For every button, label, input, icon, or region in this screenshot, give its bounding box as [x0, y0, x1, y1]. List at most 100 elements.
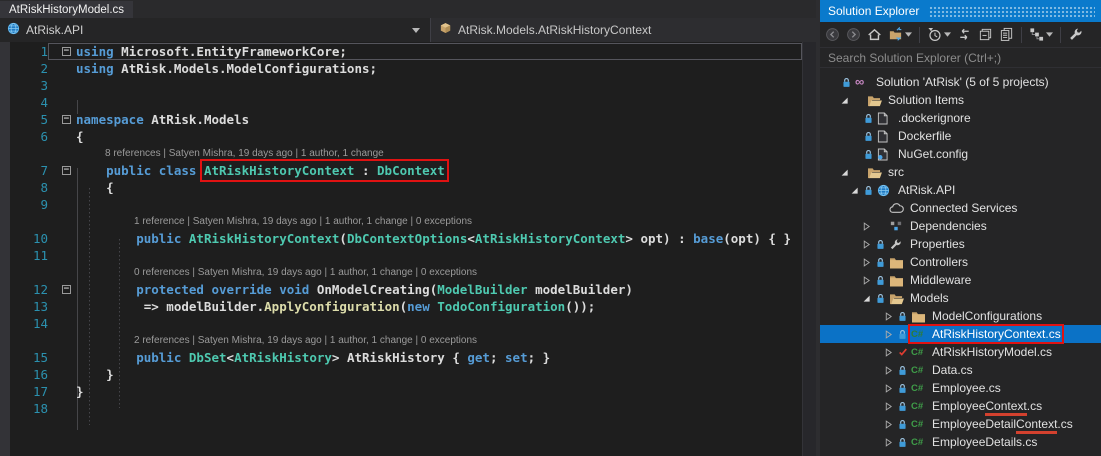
- codelens-text[interactable]: 1 reference | Satyen Mishra, 19 days ago…: [76, 213, 472, 230]
- code-line-2[interactable]: 2using AtRisk.Models.ModelConfigurations…: [0, 60, 802, 77]
- outlining-margin[interactable]: [48, 298, 76, 315]
- tree-item-nuget.config[interactable]: NuGet.config: [820, 145, 1101, 163]
- collapse-region-box[interactable]: −: [62, 166, 71, 175]
- tree-item-partial-item[interactable]: [820, 451, 1101, 456]
- document-tab[interactable]: AtRiskHistoryModel.cs: [0, 1, 133, 19]
- code-line-5[interactable]: 5−namespace AtRisk.Models: [0, 111, 802, 128]
- code-line-9[interactable]: 9: [0, 196, 802, 213]
- chevron-expanded-icon[interactable]: [840, 168, 854, 177]
- tree-item-solution-items[interactable]: Solution Items: [820, 91, 1101, 109]
- codelens-text[interactable]: 2 references | Satyen Mishra, 19 days ag…: [76, 332, 477, 349]
- codelens-row[interactable]: 8 references | Satyen Mishra, 19 days ag…: [0, 145, 802, 162]
- outlining-margin[interactable]: [48, 60, 76, 77]
- tree-item-atriskhistorycontext.cs[interactable]: C#AtRiskHistoryContext.cs: [820, 325, 1101, 343]
- tree-item-.dockerignore[interactable]: .dockerignore: [820, 109, 1101, 127]
- chevron-collapsed-icon[interactable]: [862, 222, 876, 231]
- outlining-margin[interactable]: [48, 315, 76, 332]
- code-line-10[interactable]: 10 public AtRiskHistoryContext(DbContext…: [0, 230, 802, 247]
- code-line-13[interactable]: 13 => modelBuilder.ApplyConfiguration(ne…: [0, 298, 802, 315]
- chevron-collapsed-icon[interactable]: [884, 438, 898, 447]
- code-line-18[interactable]: 18: [0, 400, 802, 417]
- chevron-collapsed-icon[interactable]: [862, 258, 876, 267]
- code-editor[interactable]: 1−using Microsoft.EntityFrameworkCore;2u…: [0, 42, 816, 456]
- chevron-collapsed-icon[interactable]: [884, 384, 898, 393]
- outlining-margin[interactable]: [48, 400, 76, 417]
- outlining-margin[interactable]: [48, 213, 76, 230]
- project-dropdown[interactable]: AtRisk.API: [0, 18, 430, 42]
- code-line-15[interactable]: 15 public DbSet<AtRiskHistory> AtRiskHis…: [0, 349, 802, 366]
- code-line-14[interactable]: 14: [0, 315, 802, 332]
- collapse-region-box[interactable]: −: [62, 47, 71, 56]
- outlining-margin[interactable]: [48, 349, 76, 366]
- tree-item-solution-atrisk-5-of-5-projects-[interactable]: ∞Solution 'AtRisk' (5 of 5 projects): [820, 73, 1101, 91]
- codelens-row[interactable]: 0 references | Satyen Mishra, 19 days ag…: [0, 264, 802, 281]
- collapse-all-button[interactable]: [975, 25, 996, 45]
- outlining-margin[interactable]: −: [48, 111, 76, 128]
- tree-item-middleware[interactable]: Middleware: [820, 271, 1101, 289]
- code-line-12[interactable]: 12− protected override void OnModelCreat…: [0, 281, 802, 298]
- tree-item-properties[interactable]: Properties: [820, 235, 1101, 253]
- codelens-row[interactable]: 2 references | Satyen Mishra, 19 days ag…: [0, 332, 802, 349]
- code-line-6[interactable]: 6{: [0, 128, 802, 145]
- outlining-margin[interactable]: [48, 383, 76, 400]
- outlining-margin[interactable]: [48, 230, 76, 247]
- tree-item-data.cs[interactable]: C#Data.cs: [820, 361, 1101, 379]
- back-button[interactable]: [822, 25, 843, 45]
- code-line-4[interactable]: 4: [0, 94, 802, 111]
- pending-changes-filter-button[interactable]: [924, 25, 954, 45]
- tree-item-employeecontext.cs[interactable]: C#EmployeeContext.cs: [820, 397, 1101, 415]
- home-button[interactable]: [864, 25, 885, 45]
- properties-button[interactable]: [1065, 25, 1086, 45]
- chevron-collapsed-icon[interactable]: [884, 348, 898, 357]
- tree-item-controllers[interactable]: Controllers: [820, 253, 1101, 271]
- chevron-expanded-icon[interactable]: [840, 96, 854, 105]
- chevron-collapsed-icon[interactable]: [884, 402, 898, 411]
- solution-explorer-title-bar[interactable]: Solution Explorer: [820, 0, 1101, 22]
- sync-with-active-document-button[interactable]: [954, 25, 975, 45]
- chevron-collapsed-icon[interactable]: [862, 240, 876, 249]
- chevron-collapsed-icon[interactable]: [884, 366, 898, 375]
- code-line-16[interactable]: 16 }: [0, 366, 802, 383]
- tree-item-dependencies[interactable]: Dependencies: [820, 217, 1101, 235]
- code-line-1[interactable]: 1−using Microsoft.EntityFrameworkCore;: [0, 43, 802, 60]
- tree-item-modelconfigurations[interactable]: ModelConfigurations: [820, 307, 1101, 325]
- codelens-text[interactable]: 0 references | Satyen Mishra, 19 days ag…: [76, 264, 477, 281]
- chevron-collapsed-icon[interactable]: [884, 312, 898, 321]
- collapse-region-box[interactable]: −: [62, 115, 71, 124]
- chevron-collapsed-icon[interactable]: [862, 276, 876, 285]
- chevron-expanded-icon[interactable]: [850, 186, 864, 195]
- view-hierarchy-button[interactable]: [1026, 25, 1056, 45]
- search-input[interactable]: [820, 48, 1101, 67]
- outlining-margin[interactable]: [48, 332, 76, 349]
- outlining-margin[interactable]: [48, 145, 76, 162]
- outlining-margin[interactable]: −: [48, 43, 76, 60]
- tree-item-employeedetails.cs[interactable]: C#EmployeeDetails.cs: [820, 433, 1101, 451]
- codelens-text[interactable]: 8 references | Satyen Mishra, 19 days ag…: [76, 145, 384, 162]
- type-dropdown[interactable]: AtRisk.Models.AtRiskHistoryContext: [430, 18, 816, 42]
- outlining-margin[interactable]: [48, 94, 76, 111]
- code-line-7[interactable]: 7− public class AtRiskHistoryContext : D…: [0, 162, 802, 179]
- codelens-row[interactable]: 1 reference | Satyen Mishra, 19 days ago…: [0, 213, 802, 230]
- outlining-margin[interactable]: −: [48, 281, 76, 298]
- outlining-margin[interactable]: [48, 179, 76, 196]
- outlining-margin[interactable]: [48, 247, 76, 264]
- outlining-margin[interactable]: [48, 77, 76, 94]
- switch-views-button[interactable]: [885, 25, 915, 45]
- code-line-3[interactable]: 3: [0, 77, 802, 94]
- tree-item-employeedetailcontext.cs[interactable]: C#EmployeeDetailContext.cs: [820, 415, 1101, 433]
- tree-item-dockerfile[interactable]: Dockerfile: [820, 127, 1101, 145]
- outlining-margin[interactable]: −: [48, 162, 76, 179]
- collapse-region-box[interactable]: −: [62, 285, 71, 294]
- chevron-collapsed-icon[interactable]: [884, 330, 898, 339]
- code-line-17[interactable]: 17}: [0, 383, 802, 400]
- show-all-files-button[interactable]: [996, 25, 1017, 45]
- chevron-expanded-icon[interactable]: [862, 294, 876, 303]
- chevron-collapsed-icon[interactable]: [884, 420, 898, 429]
- outlining-margin[interactable]: [48, 196, 76, 213]
- tree-item-atriskhistorymodel.cs[interactable]: C#AtRiskHistoryModel.cs: [820, 343, 1101, 361]
- tree-item-connected-services[interactable]: Connected Services: [820, 199, 1101, 217]
- tree-item-employee.cs[interactable]: C#Employee.cs: [820, 379, 1101, 397]
- outlining-margin[interactable]: [48, 128, 76, 145]
- outlining-margin[interactable]: [48, 264, 76, 281]
- tree-item-atrisk.api[interactable]: AtRisk.API: [820, 181, 1101, 199]
